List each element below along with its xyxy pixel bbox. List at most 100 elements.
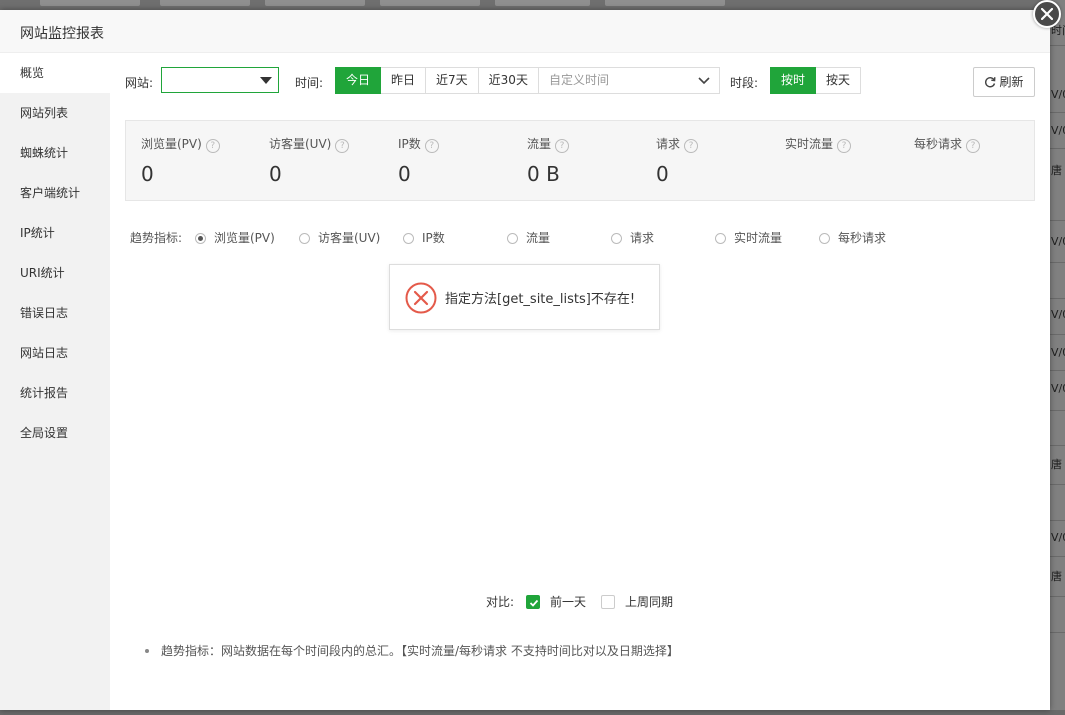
- stat-value: 0 B: [527, 162, 560, 186]
- trend-radio-ip[interactable]: IP数: [403, 229, 445, 246]
- radio-icon: [299, 233, 310, 244]
- modal-title: 网站监控报表: [20, 26, 104, 42]
- checkbox-icon: [601, 595, 615, 609]
- help-icon[interactable]: ?: [837, 139, 852, 153]
- radio-label: 实时流量: [734, 231, 783, 245]
- stat-label: 实时流量: [785, 137, 834, 151]
- error-x-icon: [405, 282, 437, 314]
- bg-strip-text: 唐: [1051, 570, 1062, 583]
- radio-label: 每秒请求: [838, 231, 887, 245]
- stat-label: 浏览量(PV): [141, 137, 202, 151]
- compare-previous-day-checkbox[interactable]: 前一天: [526, 593, 586, 610]
- error-message: 指定方法[get_site_lists]不存在!: [445, 292, 636, 307]
- time-7days-button[interactable]: 近7天: [426, 67, 479, 94]
- time-yesterday-button[interactable]: 昨日: [381, 67, 427, 94]
- bg-strip-text: V/05: [1051, 88, 1065, 101]
- radio-checked-icon: [195, 233, 206, 244]
- stat-pv: 浏览量(PV)? 0: [141, 135, 220, 186]
- radio-label: 流量: [526, 231, 551, 245]
- stat-label: 每秒请求: [914, 137, 963, 151]
- stat-uv: 访客量(UV)? 0: [269, 135, 350, 186]
- sidebar-item-error-log[interactable]: 错误日志: [0, 293, 110, 333]
- sidebar-item-ip-stats[interactable]: IP统计: [0, 213, 110, 253]
- close-button[interactable]: [1033, 0, 1061, 28]
- close-icon: [1041, 8, 1053, 20]
- custom-time-placeholder: 自定义时间: [548, 73, 609, 87]
- refresh-icon: [985, 77, 996, 88]
- help-icon[interactable]: ?: [555, 139, 570, 153]
- help-icon[interactable]: ?: [966, 139, 981, 153]
- stat-label: 流量: [527, 137, 552, 151]
- checkbox-label: 上周同期: [625, 595, 674, 609]
- bg-strip-text: V/05: [1051, 346, 1065, 359]
- stat-value: 0: [656, 162, 669, 186]
- sidebar-item-client-stats[interactable]: 客户端统计: [0, 173, 110, 213]
- radio-icon: [507, 233, 518, 244]
- period-daily-button[interactable]: 按天: [816, 67, 862, 94]
- stat-requests: 请求? 0: [656, 135, 699, 186]
- sidebar-item-stats-report[interactable]: 统计报告: [0, 373, 110, 413]
- help-icon[interactable]: ?: [205, 139, 220, 153]
- time-range-group: 今日 昨日 近7天 近30天 自定义时间: [335, 67, 720, 94]
- bg-strip-text: V/05: [1051, 531, 1065, 544]
- site-monitor-modal: 网站监控报表 概览 网站列表 蜘蛛统计 客户端统计 IP统计 URI统计 错误日…: [0, 0, 1061, 710]
- trend-radio-realtime-traffic[interactable]: 实时流量: [715, 229, 782, 246]
- sidebar-item-site-log[interactable]: 网站日志: [0, 333, 110, 373]
- modal-header: 网站监控报表: [0, 10, 1050, 53]
- site-label: 网站:: [125, 76, 154, 90]
- compare-last-week-checkbox[interactable]: 上周同期: [601, 593, 673, 610]
- trend-radio-pv[interactable]: 浏览量(PV): [195, 229, 275, 246]
- trend-radio-traffic[interactable]: 流量: [507, 229, 550, 246]
- sidebar-item-site-list[interactable]: 网站列表: [0, 93, 110, 133]
- stat-label: 访客量(UV): [269, 137, 332, 151]
- radio-label: 访客量(UV): [318, 231, 381, 245]
- sidebar-item-uri-stats[interactable]: URI统计: [0, 253, 110, 293]
- refresh-button[interactable]: 刷新: [973, 67, 1035, 97]
- sidebar-item-spider-stats[interactable]: 蜘蛛统计: [0, 133, 110, 173]
- stat-traffic: 流量? 0 B: [527, 135, 570, 186]
- background-table-edge: 时间 V/05 V/05 唐 V/05 V/05 V/05 V/05 唐 V/0…: [1050, 0, 1065, 715]
- help-icon[interactable]: ?: [424, 139, 439, 153]
- time-today-button[interactable]: 今日: [335, 67, 382, 94]
- stat-requests-per-second: 每秒请求?: [914, 135, 981, 162]
- radio-label: 请求: [630, 231, 655, 245]
- stat-value: 0: [269, 162, 282, 186]
- radio-label: 浏览量(PV): [214, 231, 275, 245]
- refresh-label: 刷新: [999, 75, 1024, 89]
- bg-strip-text: 唐: [1051, 458, 1062, 471]
- stats-summary: 浏览量(PV)? 0 访客量(UV)? 0 IP数? 0 流量? 0 B 请求?…: [125, 120, 1035, 201]
- stat-ip: IP数? 0: [398, 135, 439, 186]
- compare-label: 对比:: [486, 595, 515, 609]
- help-icon[interactable]: ?: [684, 139, 699, 153]
- trend-radio-uv[interactable]: 访客量(UV): [299, 229, 380, 246]
- checkbox-label: 前一天: [550, 595, 587, 609]
- radio-icon: [819, 233, 830, 244]
- stat-value: 0: [398, 162, 411, 186]
- caret-down-icon: [260, 77, 272, 84]
- stat-label: 请求: [656, 137, 681, 151]
- radio-icon: [403, 233, 414, 244]
- sidebar: 概览 网站列表 蜘蛛统计 客户端统计 IP统计 URI统计 错误日志 网站日志 …: [0, 53, 110, 710]
- bg-strip-text: V/05: [1051, 308, 1065, 321]
- radio-icon: [611, 233, 622, 244]
- error-toast: 指定方法[get_site_lists]不存在!: [389, 264, 660, 330]
- trend-label: 趋势指标:: [130, 231, 183, 245]
- bullet-icon: [145, 649, 149, 653]
- stat-value: 0: [141, 162, 154, 186]
- bg-strip-text: V/05: [1051, 382, 1065, 395]
- help-icon[interactable]: ?: [335, 139, 350, 153]
- bg-strip-text: V/05: [1051, 124, 1065, 137]
- period-hourly-button[interactable]: 按时: [770, 67, 817, 94]
- custom-time-picker[interactable]: 自定义时间: [538, 67, 720, 94]
- background-bottom: [0, 710, 1065, 715]
- sidebar-item-global-settings[interactable]: 全局设置: [0, 413, 110, 453]
- stat-label: IP数: [398, 137, 421, 151]
- trend-radio-requests[interactable]: 请求: [611, 229, 654, 246]
- sidebar-item-overview[interactable]: 概览: [0, 53, 110, 93]
- site-select[interactable]: [161, 67, 279, 93]
- trend-radio-requests-per-second[interactable]: 每秒请求: [819, 229, 886, 246]
- time-30days-button[interactable]: 近30天: [478, 67, 539, 94]
- time-label: 时间:: [295, 76, 324, 90]
- overview-panel: 网站: 时间: 今日 昨日 近7天 近30天 自定义时间 时段: 按时 按天 刷…: [110, 53, 1050, 710]
- period-label: 时段:: [730, 76, 759, 90]
